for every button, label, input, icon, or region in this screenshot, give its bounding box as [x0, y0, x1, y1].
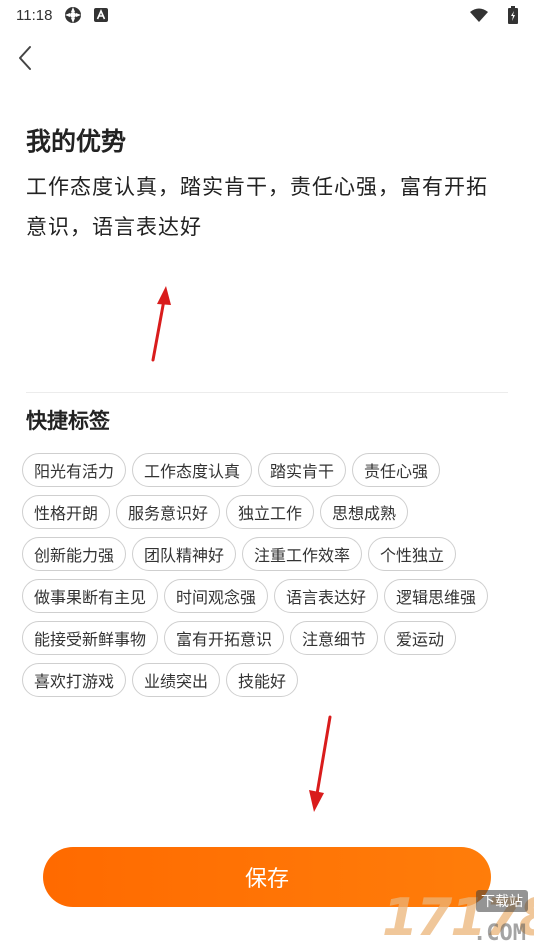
quick-tag[interactable]: 责任心强 — [352, 453, 441, 487]
advantage-text-input[interactable]: 工作态度认真，踏实肯干，责任心强，富有开拓意识，语言表达好 — [26, 167, 506, 247]
quick-tag[interactable]: 思想成熟 — [320, 495, 409, 529]
divider — [26, 392, 508, 393]
text-a-icon — [94, 8, 109, 22]
save-button[interactable]: 保存 — [43, 847, 491, 907]
quick-tags-list: 阳光有活力 工作态度认真 踏实肯干 责任心强 性格开朗 服务意识好 独立工作 思… — [22, 453, 516, 697]
back-button[interactable] — [10, 42, 40, 74]
save-button-label: 保存 — [244, 867, 289, 892]
quick-tag[interactable]: 时间观念强 — [164, 579, 269, 613]
quick-tag[interactable]: 做事果断有主见 — [22, 579, 159, 613]
quick-tag[interactable]: 个性独立 — [368, 537, 457, 571]
quick-tag[interactable]: 团队精神好 — [132, 537, 237, 571]
wifi-icon — [470, 8, 488, 22]
quick-tag[interactable]: 独立工作 — [226, 495, 315, 529]
chevron-left-icon — [19, 46, 31, 70]
quick-tag[interactable]: 服务意识好 — [116, 495, 221, 529]
quick-tag[interactable]: 踏实肯干 — [258, 453, 347, 487]
quick-tag[interactable]: 性格开朗 — [22, 495, 111, 529]
quick-tag[interactable]: 工作态度认真 — [132, 453, 253, 487]
annotation-arrow-up — [151, 286, 171, 362]
quick-tag[interactable]: 注意细节 — [290, 621, 379, 655]
status-right — [458, 6, 518, 24]
advantage-title: 我的优势 — [26, 127, 127, 156]
status-bar: 11:18 — [0, 0, 534, 30]
status-time: 11:18 — [16, 6, 53, 24]
quick-tag[interactable]: 语言表达好 — [274, 579, 379, 613]
quick-tags-title: 快捷标签 — [26, 409, 110, 433]
quick-tag[interactable]: 阳光有活力 — [22, 453, 127, 487]
quick-tag[interactable]: 爱运动 — [384, 621, 457, 655]
quick-tag[interactable]: 富有开拓意识 — [164, 621, 285, 655]
quick-tag[interactable]: 创新能力强 — [22, 537, 127, 571]
watermark-domain: .COM — [473, 921, 526, 946]
annotation-arrow-down — [309, 715, 332, 812]
quick-tag[interactable]: 能接受新鲜事物 — [22, 621, 159, 655]
quick-tag[interactable]: 业绩突出 — [132, 663, 221, 697]
battery-charging-icon — [508, 6, 518, 24]
settings-flower-icon — [64, 6, 82, 24]
quick-tag[interactable]: 喜欢打游戏 — [22, 663, 127, 697]
quick-tag[interactable]: 技能好 — [226, 663, 299, 697]
quick-tag[interactable]: 注重工作效率 — [242, 537, 363, 571]
quick-tag[interactable]: 逻辑思维强 — [384, 579, 489, 613]
screen: 11:18 我的优势 工作态度认真，踏实肯干，责任心强，富有开拓意识，语言表达好… — [0, 0, 534, 950]
